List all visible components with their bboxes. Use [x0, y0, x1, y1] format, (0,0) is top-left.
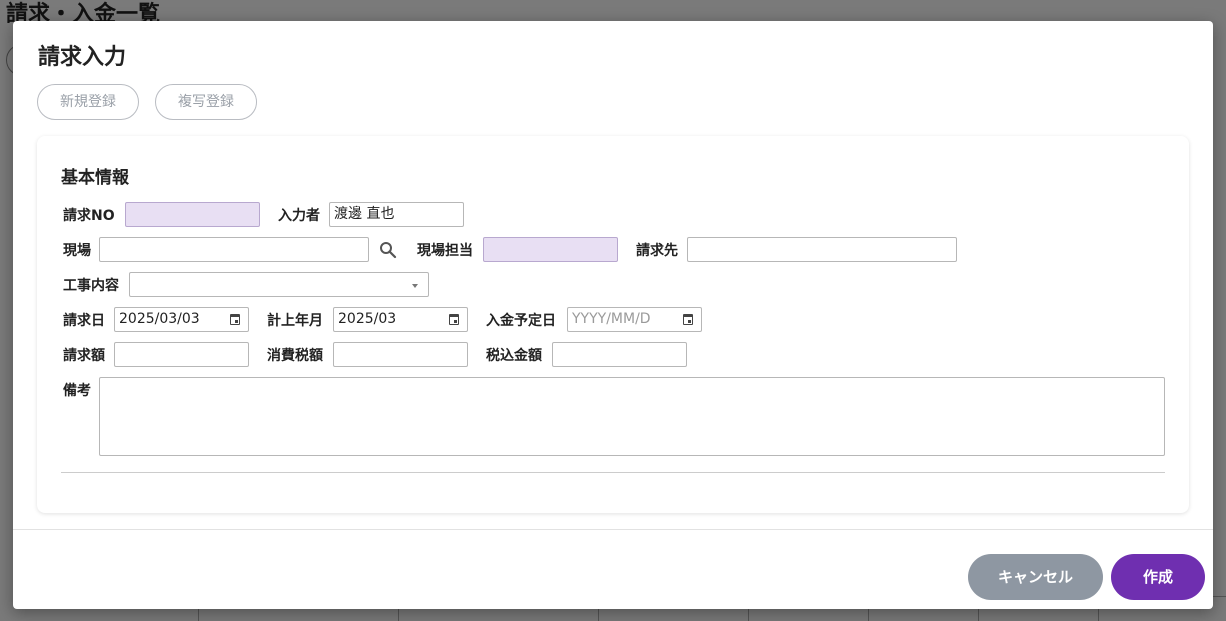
site-label: 現場 — [63, 243, 91, 259]
cancel-button[interactable]: キャンセル — [968, 554, 1103, 600]
posting-month-value: 2025/03 — [338, 311, 397, 327]
site-manager-label: 現場担当 — [417, 243, 473, 259]
expected-payment-date-field[interactable]: YYYY/MM/D — [567, 307, 702, 332]
invoice-date-value: 2025/03/03 — [119, 311, 200, 327]
posting-month-field[interactable]: 2025/03 — [333, 307, 468, 332]
dialog-title: 請求入力 — [38, 45, 127, 70]
invoice-amount-field[interactable] — [114, 342, 249, 367]
calendar-icon[interactable] — [449, 314, 459, 325]
bill-to-label: 請求先 — [636, 243, 678, 259]
work-content-label: 工事内容 — [63, 278, 119, 294]
basic-info-card: 基本情報 請求NO 入力者 渡邊 直也 現場 現場担当 請求先 工事内容 請求日… — [37, 136, 1189, 513]
section-divider — [61, 472, 1165, 473]
invoice-input-dialog: 請求入力 新規登録 複写登録 基本情報 請求NO 入力者 渡邊 直也 現場 現場… — [13, 21, 1213, 609]
posting-month-label: 計上年月 — [267, 313, 323, 329]
create-button[interactable]: 作成 — [1111, 554, 1205, 600]
invoice-amount-label: 請求額 — [63, 348, 105, 364]
total-incl-tax-label: 税込金額 — [486, 348, 542, 364]
search-icon[interactable] — [379, 241, 397, 259]
remarks-label: 備考 — [63, 383, 91, 399]
new-register-button[interactable]: 新規登録 — [37, 84, 139, 120]
calendar-icon[interactable] — [683, 314, 693, 325]
work-content-select[interactable] — [129, 272, 429, 297]
expected-payment-date-label: 入金予定日 — [486, 313, 556, 329]
site-manager-field[interactable] — [483, 237, 618, 262]
site-field[interactable] — [99, 237, 369, 262]
expected-payment-date-placeholder: YYYY/MM/D — [572, 311, 651, 327]
invoice-no-label: 請求NO — [63, 208, 115, 224]
invoice-date-field[interactable]: 2025/03/03 — [114, 307, 249, 332]
consumption-tax-field[interactable] — [333, 342, 468, 367]
total-incl-tax-field[interactable] — [552, 342, 687, 367]
invoice-date-label: 請求日 — [63, 313, 105, 329]
copy-register-button[interactable]: 複写登録 — [155, 84, 257, 120]
entered-by-label: 入力者 — [278, 208, 320, 224]
section-title: 基本情報 — [61, 168, 129, 188]
dropdown-caret-icon — [412, 284, 418, 288]
calendar-icon[interactable] — [230, 314, 240, 325]
consumption-tax-label: 消費税額 — [267, 348, 323, 364]
footer-divider — [13, 529, 1213, 530]
invoice-no-field[interactable] — [125, 202, 260, 227]
entered-by-field[interactable]: 渡邊 直也 — [329, 202, 464, 227]
bill-to-field[interactable] — [687, 237, 957, 262]
remarks-textarea[interactable] — [99, 377, 1165, 456]
